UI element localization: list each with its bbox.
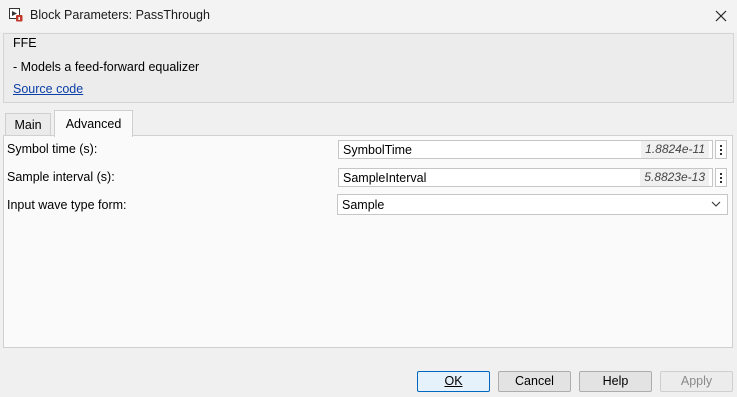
wave-type-label: Input wave type form: — [7, 198, 127, 212]
help-button[interactable]: Help — [579, 371, 652, 392]
symbol-time-more-button[interactable] — [715, 140, 727, 159]
window-title: Block Parameters: PassThrough — [30, 8, 210, 22]
close-button[interactable] — [706, 2, 736, 30]
sample-interval-field[interactable]: SampleInterval 5.8823e-13 — [338, 168, 713, 187]
wave-type-select[interactable]: Sample — [337, 194, 728, 215]
symbol-time-label: Symbol time (s): — [7, 142, 98, 156]
tab-main[interactable]: Main — [5, 113, 51, 136]
ok-button[interactable]: OK — [417, 371, 490, 392]
symbol-time-field[interactable]: SymbolTime 1.8824e-11 — [338, 140, 713, 159]
source-code-link[interactable]: Source code — [13, 82, 83, 96]
more-options-icon — [720, 172, 722, 183]
sample-interval-more-button[interactable] — [715, 168, 727, 187]
block-description: - Models a feed-forward equalizer — [13, 60, 200, 74]
close-icon — [715, 10, 727, 22]
sample-interval-label: Sample interval (s): — [7, 170, 115, 184]
wave-type-selected: Sample — [342, 198, 385, 212]
help-button-label: Help — [602, 374, 629, 388]
tab-advanced[interactable]: Advanced — [54, 110, 133, 137]
cancel-button-label: Cancel — [515, 374, 554, 388]
ok-button-label: OK — [444, 374, 463, 388]
block-params-icon — [9, 8, 23, 22]
symbol-time-evaluated: 1.8824e-11 — [641, 141, 709, 158]
sample-interval-value[interactable]: SampleInterval — [343, 171, 426, 185]
symbol-time-value[interactable]: SymbolTime — [343, 143, 412, 157]
more-options-icon — [720, 144, 722, 155]
cancel-button[interactable]: Cancel — [498, 371, 571, 392]
apply-button-label: Apply — [680, 374, 713, 388]
sample-interval-evaluated: 5.8823e-13 — [640, 169, 709, 186]
apply-button[interactable]: Apply — [660, 371, 733, 392]
title-bar: Block Parameters: PassThrough — [0, 0, 737, 32]
chevron-down-icon — [711, 201, 721, 207]
block-title: FFE — [13, 36, 37, 50]
tab-content-advanced — [3, 135, 733, 348]
description-panel: FFE - Models a feed-forward equalizer So… — [3, 33, 734, 103]
